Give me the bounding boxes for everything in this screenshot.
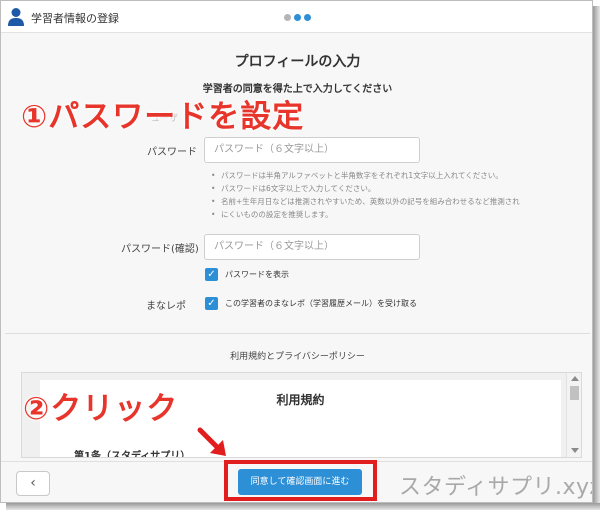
password-hint: 名前+生年月日などは推測されやすいため、英数以外の記号を組み合わせるなど推測され	[209, 195, 549, 208]
step-dot-1	[284, 14, 291, 21]
window-title: 学習者情報の登録	[31, 12, 119, 25]
annotation-step1: ①パスワードを設定	[21, 99, 305, 135]
scroll-up-arrow-icon[interactable]	[571, 376, 579, 381]
app-window: 学習者情報の登録 プロフィールの入力 学習者の同意を得た上で入力してください ュ…	[0, 0, 593, 503]
password-hint-continued: にくいものの設定を推奨します。	[221, 210, 333, 219]
password-label: パスワード	[147, 147, 197, 158]
page-title: プロフィールの入力	[234, 54, 361, 70]
annotation-arrow-icon	[197, 427, 226, 456]
password-confirm-input[interactable]: パスワード（６文字以上）	[204, 234, 420, 260]
show-password-label: パスワードを表示	[225, 270, 289, 279]
step-dot-2	[294, 14, 301, 21]
terms-article-heading: 第1条（スタディサプリ）	[74, 451, 191, 458]
user-icon	[8, 8, 24, 26]
terms-scrollbar[interactable]	[566, 373, 581, 457]
password-hints: パスワードは半角アルファベットと半角数字をそれぞれ1文字以上入れてください。 パ…	[209, 169, 549, 221]
header-bar: 学習者情報の登録	[1, 1, 592, 33]
back-button[interactable]: ‹	[16, 471, 50, 496]
manareport-checkbox-label: この学習者のまなレポ（学習履歴メール）を受け取る	[225, 299, 417, 308]
password-hint: パスワードは半角アルファベットと半角数字をそれぞれ1文字以上入れてください。	[209, 169, 549, 182]
password-confirm-label: パスワード(確認)	[121, 244, 199, 255]
scroll-down-arrow-icon[interactable]	[571, 448, 579, 453]
watermark: スタディサプリ.xyz	[399, 475, 593, 500]
manareport-checkbox[interactable]: ✓	[205, 297, 218, 310]
scroll-thumb[interactable]	[570, 386, 579, 400]
section-divider	[5, 333, 590, 334]
show-password-checkbox[interactable]: ✓	[205, 268, 218, 281]
password-input[interactable]: パスワード（６文字以上）	[204, 137, 420, 163]
password-hint: パスワードは6文字以上で入力してください。	[209, 182, 549, 195]
show-password-row[interactable]: ✓ パスワードを表示	[205, 268, 289, 282]
manareport-label: まなレポ	[146, 301, 186, 312]
password-hint: にくいものの設定を推奨します。	[209, 208, 549, 221]
step-indicator	[284, 14, 314, 21]
annotation-highlight-box	[224, 460, 377, 501]
manareport-row[interactable]: ✓ この学習者のまなレポ（学習履歴メール）を受け取る	[205, 297, 417, 311]
terms-privacy-link[interactable]: 利用規約とプライバシーポリシー	[1, 349, 592, 362]
step-dot-3	[304, 14, 311, 21]
annotation-step2: ②クリック	[23, 391, 179, 427]
frame-shadow-bottom	[6, 503, 600, 510]
frame-shadow-right	[593, 6, 600, 510]
